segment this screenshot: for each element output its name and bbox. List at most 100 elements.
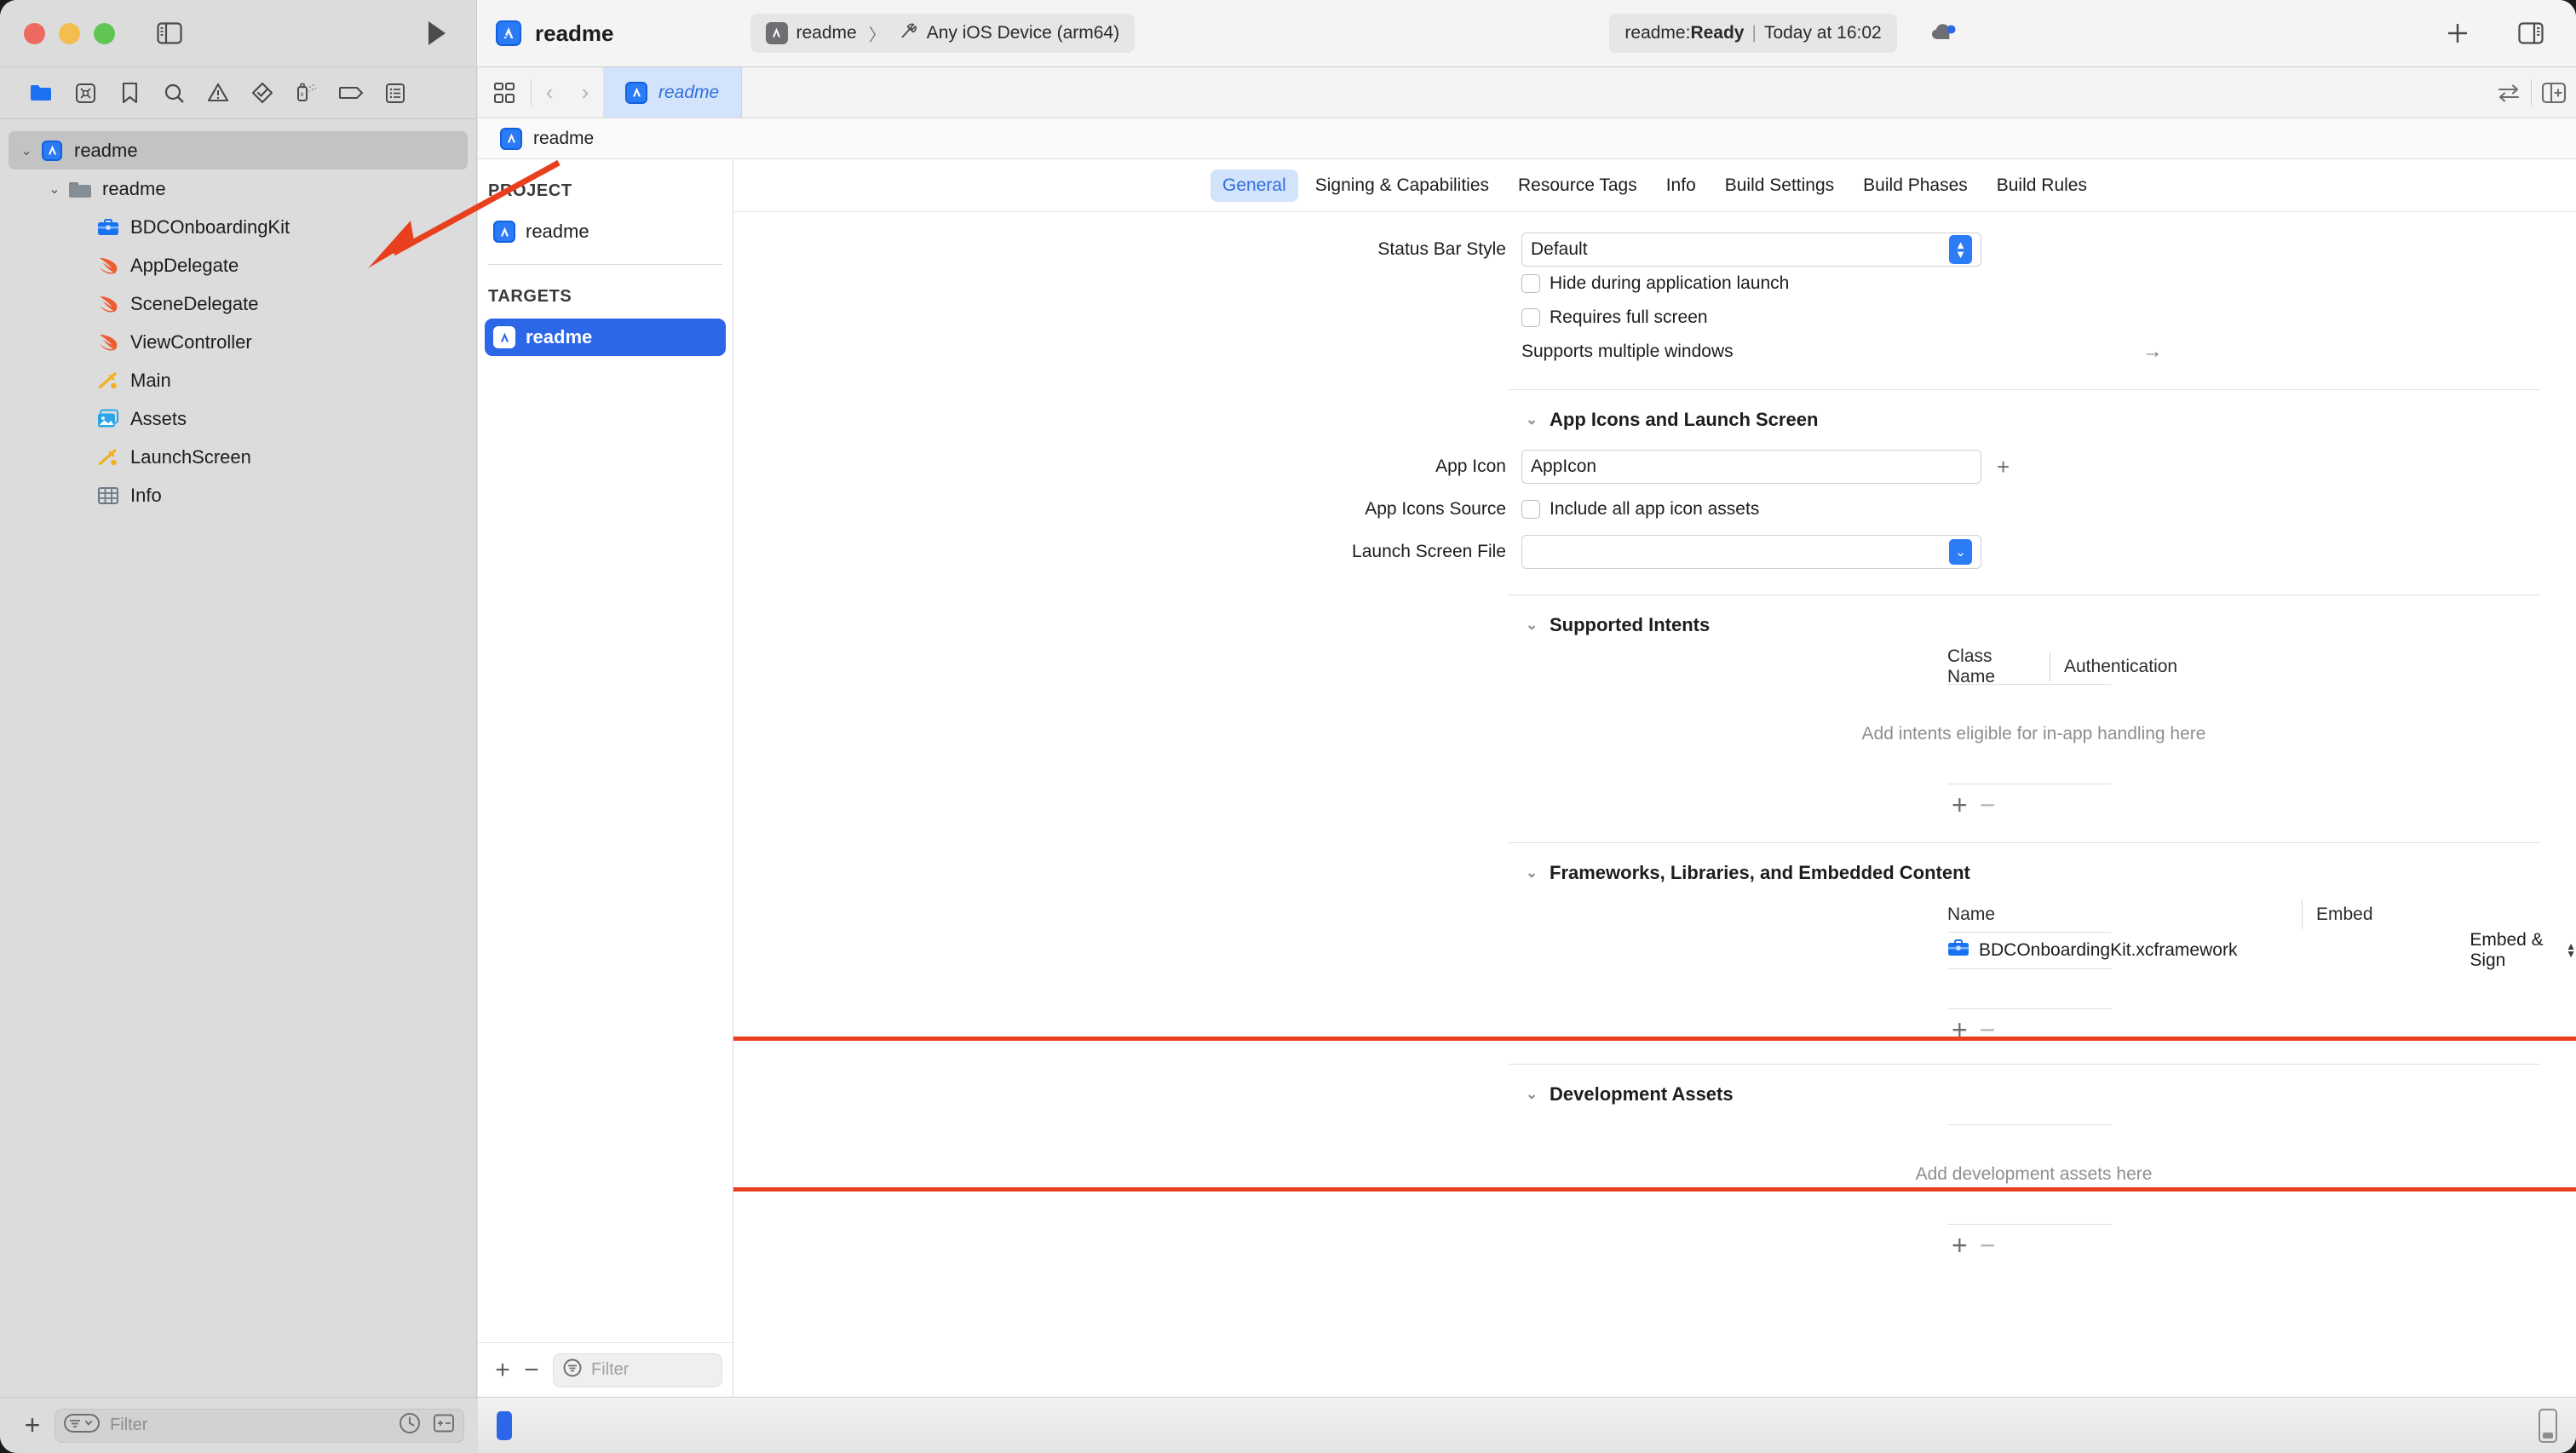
activity-status-bar[interactable]: readme: Ready | Today at 16:02 [1609, 14, 1897, 53]
checkbox-icon[interactable] [1521, 274, 1540, 293]
app-project-icon [496, 20, 521, 46]
status-bar-style-popup[interactable]: Default ▲ ▼ [1521, 233, 1981, 267]
test-navigator-icon[interactable] [240, 74, 285, 112]
plus-icon[interactable] [2438, 14, 2477, 52]
stepper-icon[interactable]: ▲ ▼ [2566, 941, 2576, 959]
chevron-down-icon[interactable]: ⌄ [1526, 617, 1538, 634]
navigator-filter-field[interactable]: Filter [55, 1408, 464, 1443]
development-assets-section-header[interactable]: ⌄ Development Assets [733, 1083, 2576, 1106]
checkbox-icon[interactable] [1521, 308, 1540, 327]
tree-item-info[interactable]: Info [9, 476, 468, 514]
bottom-bar-accent-handle[interactable] [497, 1410, 512, 1440]
frameworks-section-header[interactable]: ⌄ Frameworks, Libraries, and Embedded Co… [733, 862, 2576, 884]
app-project-icon [500, 127, 522, 150]
tree-item-scenedelegate[interactable]: SceneDelegate [9, 284, 468, 323]
bookmark-navigator-icon[interactable] [107, 74, 152, 112]
tab-build-settings[interactable]: Build Settings [1713, 169, 1846, 202]
section-divider [1509, 1064, 2540, 1065]
project-navigator-icon[interactable] [19, 74, 63, 112]
minimize-window-button[interactable] [59, 22, 80, 44]
chevron-down-icon[interactable]: ⌄ [15, 142, 37, 159]
include-all-app-icons-checkbox[interactable]: Include all app icon assets [1521, 492, 2576, 526]
app-icon-field[interactable]: AppIcon [1521, 450, 1981, 484]
remove-intent-button[interactable]: − [1980, 791, 1996, 818]
add-development-asset-button[interactable]: + [1952, 1232, 1968, 1259]
chevron-down-icon[interactable]: ⌄ [1949, 539, 1972, 565]
remove-framework-button[interactable]: − [1980, 1016, 1996, 1043]
find-navigator-icon[interactable] [152, 74, 196, 112]
issue-navigator-icon[interactable] [196, 74, 240, 112]
tab-build-rules[interactable]: Build Rules [1985, 169, 2099, 202]
settings-tab-bar[interactable]: General Signing & Capabilities Resource Ta… [733, 159, 2576, 212]
launch-screen-file-label: Launch Screen File [1352, 542, 1506, 561]
tab-build-phases[interactable]: Build Phases [1851, 169, 1980, 202]
tree-item-readme[interactable]: ⌄ readme [9, 131, 468, 169]
add-framework-button[interactable]: + [1952, 1016, 1968, 1043]
inspector-toggle-icon[interactable] [2511, 16, 2550, 50]
tree-item-label: Assets [130, 407, 187, 429]
inspector-resize-handle[interactable] [2539, 1408, 2557, 1443]
column-divider[interactable] [2302, 900, 2303, 929]
requires-fullscreen-checkbox[interactable]: Requires full screen [1521, 301, 2576, 335]
scheme-destination-selector[interactable]: readme 〉 Any iOS Device (arm64) [750, 14, 1136, 53]
close-window-button[interactable] [24, 22, 45, 44]
run-button[interactable] [420, 16, 454, 50]
checkbox-icon[interactable] [1521, 500, 1540, 519]
embed-value: Embed & Sign [2470, 930, 2544, 970]
tree-item-viewcontroller[interactable]: ViewController [9, 323, 468, 361]
target-item-readme[interactable]: readme [485, 319, 726, 356]
navigator-file-tree[interactable]: ⌄ readme ⌄ readme BDCOnboardingKit AppDelegat… [0, 119, 476, 1397]
framework-row[interactable]: BDCOnboardingKit.xcframework Embed & Sig… [733, 930, 2576, 971]
swap-editors-icon[interactable] [2487, 67, 2531, 118]
app-icons-section-header[interactable]: ⌄ App Icons and Launch Screen [733, 409, 2576, 431]
tree-item-main[interactable]: Main [9, 361, 468, 399]
report-navigator-icon[interactable] [373, 74, 417, 112]
tab-resource-tags[interactable]: Resource Tags [1506, 169, 1649, 202]
add-file-button[interactable]: + [14, 1410, 51, 1441]
add-editor-icon[interactable] [2532, 67, 2576, 118]
navigate-forward-button[interactable]: › [567, 67, 603, 118]
chevron-down-icon[interactable]: ⌄ [1526, 1086, 1538, 1103]
tree-item-readme[interactable]: ⌄ readme [9, 169, 468, 208]
maximize-window-button[interactable] [94, 22, 115, 44]
stepper-icon[interactable]: ▲ ▼ [1949, 235, 1972, 264]
editor-tab-label: readme [658, 82, 720, 102]
recent-files-icon[interactable] [399, 1412, 421, 1439]
project-item-label: readme [526, 221, 589, 242]
add-intent-button[interactable]: + [1952, 791, 1968, 818]
tree-item-launchscreen[interactable]: LaunchScreen [9, 438, 468, 476]
supported-intents-section-header[interactable]: ⌄ Supported Intents [733, 614, 2576, 636]
debug-navigator-icon[interactable]: x [285, 74, 329, 112]
navigate-back-button[interactable]: ‹ [532, 67, 567, 118]
add-target-button[interactable]: + [488, 1356, 517, 1385]
source-control-filter-icon[interactable] [433, 1412, 455, 1439]
launch-screen-file-popup[interactable]: ⌄ [1521, 535, 1981, 569]
hide-during-launch-checkbox[interactable]: Hide during application launch [1521, 267, 2576, 301]
arrow-right-icon[interactable]: → [2142, 340, 2163, 364]
cloud-icon[interactable] [1926, 16, 1964, 50]
embed-popup[interactable]: Embed & Sign ▲ ▼ [2470, 930, 2576, 971]
targets-filter-field[interactable]: Filter [553, 1352, 722, 1387]
sidebar-toggle-icon[interactable] [152, 19, 187, 48]
chevron-down-icon[interactable]: ⌄ [1526, 411, 1538, 428]
remove-development-asset-button[interactable]: − [1980, 1232, 1996, 1259]
breakpoint-navigator-icon[interactable] [329, 74, 373, 112]
editor-tab-readme[interactable]: readme [603, 67, 743, 118]
editor-options-icon[interactable] [478, 67, 531, 118]
tab-general[interactable]: General [1210, 169, 1298, 202]
project-item-readme[interactable]: readme [485, 213, 726, 250]
tab-info[interactable]: Info [1654, 169, 1708, 202]
tree-item-appdelegate[interactable]: AppDelegate [9, 246, 468, 284]
chevron-down-icon[interactable]: ⌄ [43, 181, 66, 198]
scheme-name: readme [796, 23, 857, 43]
filter-icon[interactable] [64, 1413, 100, 1439]
tree-item-assets[interactable]: Assets [9, 399, 468, 438]
breadcrumb[interactable]: readme [478, 118, 2576, 159]
settings-scroll-area[interactable]: Status Bar Style Default ▲ ▼ Hide during… [733, 212, 2576, 1397]
tab-signing-capabilities[interactable]: Signing & Capabilities [1303, 169, 1501, 202]
remove-target-button[interactable]: − [517, 1356, 546, 1385]
add-app-icon-button[interactable]: + [1997, 454, 2010, 480]
chevron-down-icon[interactable]: ⌄ [1526, 864, 1538, 882]
tree-item-bdconboardingkit[interactable]: BDCOnboardingKit [9, 208, 468, 246]
source-control-navigator-icon[interactable] [63, 74, 107, 112]
